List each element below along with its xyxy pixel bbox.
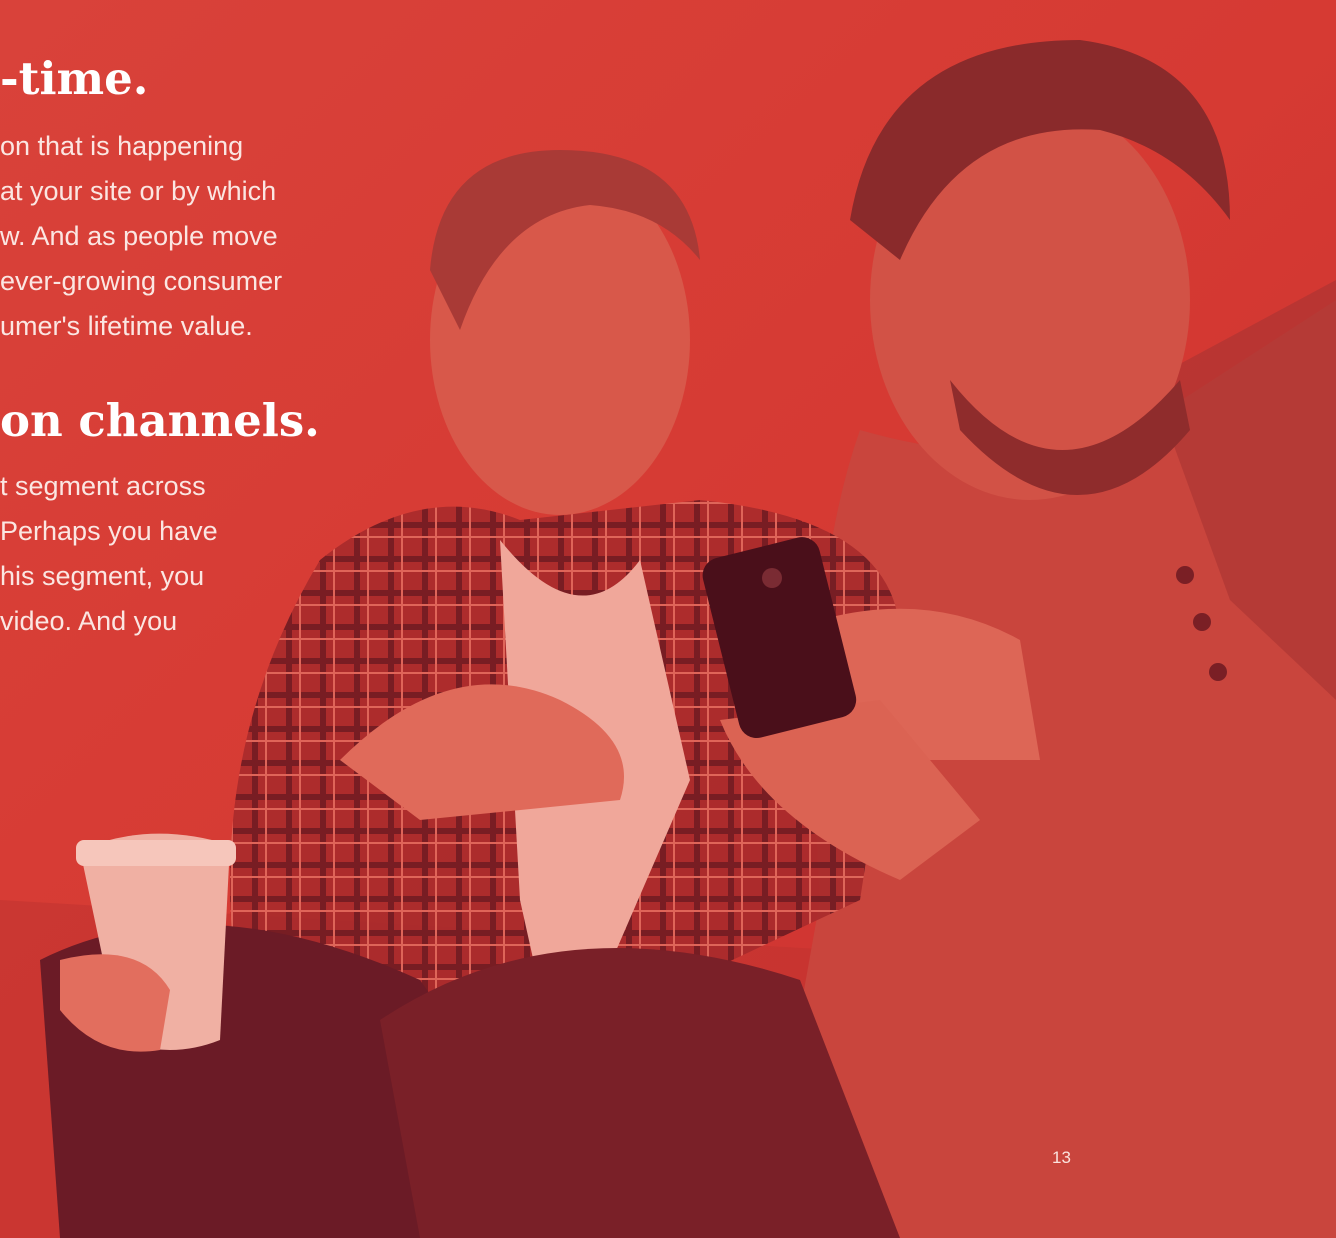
paragraph-line: ever-growing consumer bbox=[0, 266, 283, 296]
heading-channels: on channels. bbox=[0, 394, 320, 447]
paragraph-line: video. And you bbox=[0, 606, 178, 636]
paragraph-line: t segment across bbox=[0, 471, 206, 501]
paragraph-line: at your site or by which bbox=[0, 176, 277, 206]
heading-realtime: -time. bbox=[0, 52, 149, 105]
paragraph-line: his segment, you bbox=[0, 561, 205, 591]
paragraph-channels: t segment across Perhaps you have his se… bbox=[0, 464, 218, 644]
paragraph-line: Perhaps you have bbox=[0, 516, 218, 546]
page-number: 13 bbox=[1052, 1148, 1071, 1167]
paragraph-realtime: on that is happening at your site or by … bbox=[0, 124, 282, 349]
paragraph-line: on that is happening bbox=[0, 131, 244, 161]
paragraph-line: umer's lifetime value. bbox=[0, 311, 253, 341]
paragraph-line: w. And as people move bbox=[0, 221, 278, 251]
